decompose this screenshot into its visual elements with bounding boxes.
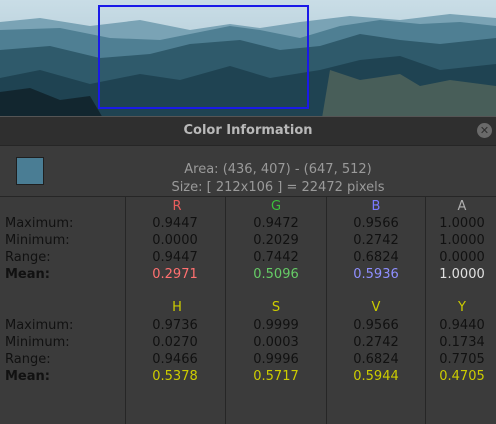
value: 0.7705 — [439, 352, 485, 367]
value: 0.2029 — [253, 233, 299, 248]
value: 0.7442 — [253, 250, 299, 265]
dialog-title: Color Information — [183, 123, 313, 138]
area-text: Area: (436, 407) - (647, 512) — [184, 162, 372, 177]
header-r: R — [172, 199, 182, 214]
value: 0.9466 — [152, 352, 198, 367]
value: 0.9440 — [439, 318, 485, 333]
row-label-mean: Mean: — [5, 369, 50, 384]
mean-color-swatch — [16, 157, 44, 185]
mean-value-y: 0.4705 — [439, 369, 485, 384]
close-icon[interactable]: ✕ — [477, 123, 492, 138]
value: 0.0003 — [253, 335, 299, 350]
value: 0.9999 — [253, 318, 299, 333]
value: 0.2742 — [353, 233, 399, 248]
value: 0.1734 — [439, 335, 485, 350]
row-label-mean: Mean: — [5, 267, 50, 282]
value: 1.0000 — [439, 216, 485, 231]
value: 0.9472 — [253, 216, 299, 231]
value: 0.6824 — [353, 250, 399, 265]
value: 0.9566 — [353, 216, 399, 231]
row-label-minimum: Minimum: — [5, 335, 70, 350]
header-v: V — [371, 300, 381, 315]
row-label-minimum: Minimum: — [5, 233, 70, 248]
mean-value-a: 1.0000 — [439, 267, 485, 282]
row-label-maximum: Maximum: — [5, 318, 74, 333]
color-information-dialog: Color Information ✕ Area: (436, 407) - (… — [0, 116, 496, 424]
value: 0.9447 — [152, 216, 198, 231]
row-label-maximum: Maximum: — [5, 216, 74, 231]
header-y: Y — [458, 300, 466, 315]
selection-rectangle[interactable] — [98, 5, 309, 109]
mean-value-g: 0.5096 — [253, 267, 299, 282]
mean-value-b: 0.5936 — [353, 267, 399, 282]
value: 0.0270 — [152, 335, 198, 350]
row-label-range: Range: — [5, 352, 51, 367]
header-s: S — [271, 300, 281, 315]
row-label-range: Range: — [5, 250, 51, 265]
header-g: G — [270, 199, 282, 214]
value: 0.9736 — [152, 318, 198, 333]
value: 0.2742 — [353, 335, 399, 350]
mean-value-r: 0.2971 — [152, 267, 198, 282]
value: 0.0000 — [439, 250, 485, 265]
size-text: Size: [ 212x106 ] = 22472 pixels — [171, 180, 385, 195]
mean-value-v: 0.5944 — [353, 369, 399, 384]
value: 0.9566 — [353, 318, 399, 333]
header-b: B — [371, 199, 381, 214]
dialog-titlebar[interactable]: Color Information ✕ — [0, 117, 496, 146]
mean-value-h: 0.5378 — [152, 369, 198, 384]
value: 0.9447 — [152, 250, 198, 265]
value: 0.0000 — [152, 233, 198, 248]
value: 1.0000 — [439, 233, 485, 248]
value: 0.9996 — [253, 352, 299, 367]
mean-value-s: 0.5717 — [253, 369, 299, 384]
value: 0.6824 — [353, 352, 399, 367]
header-h: H — [172, 300, 182, 315]
header-a: A — [457, 199, 467, 214]
